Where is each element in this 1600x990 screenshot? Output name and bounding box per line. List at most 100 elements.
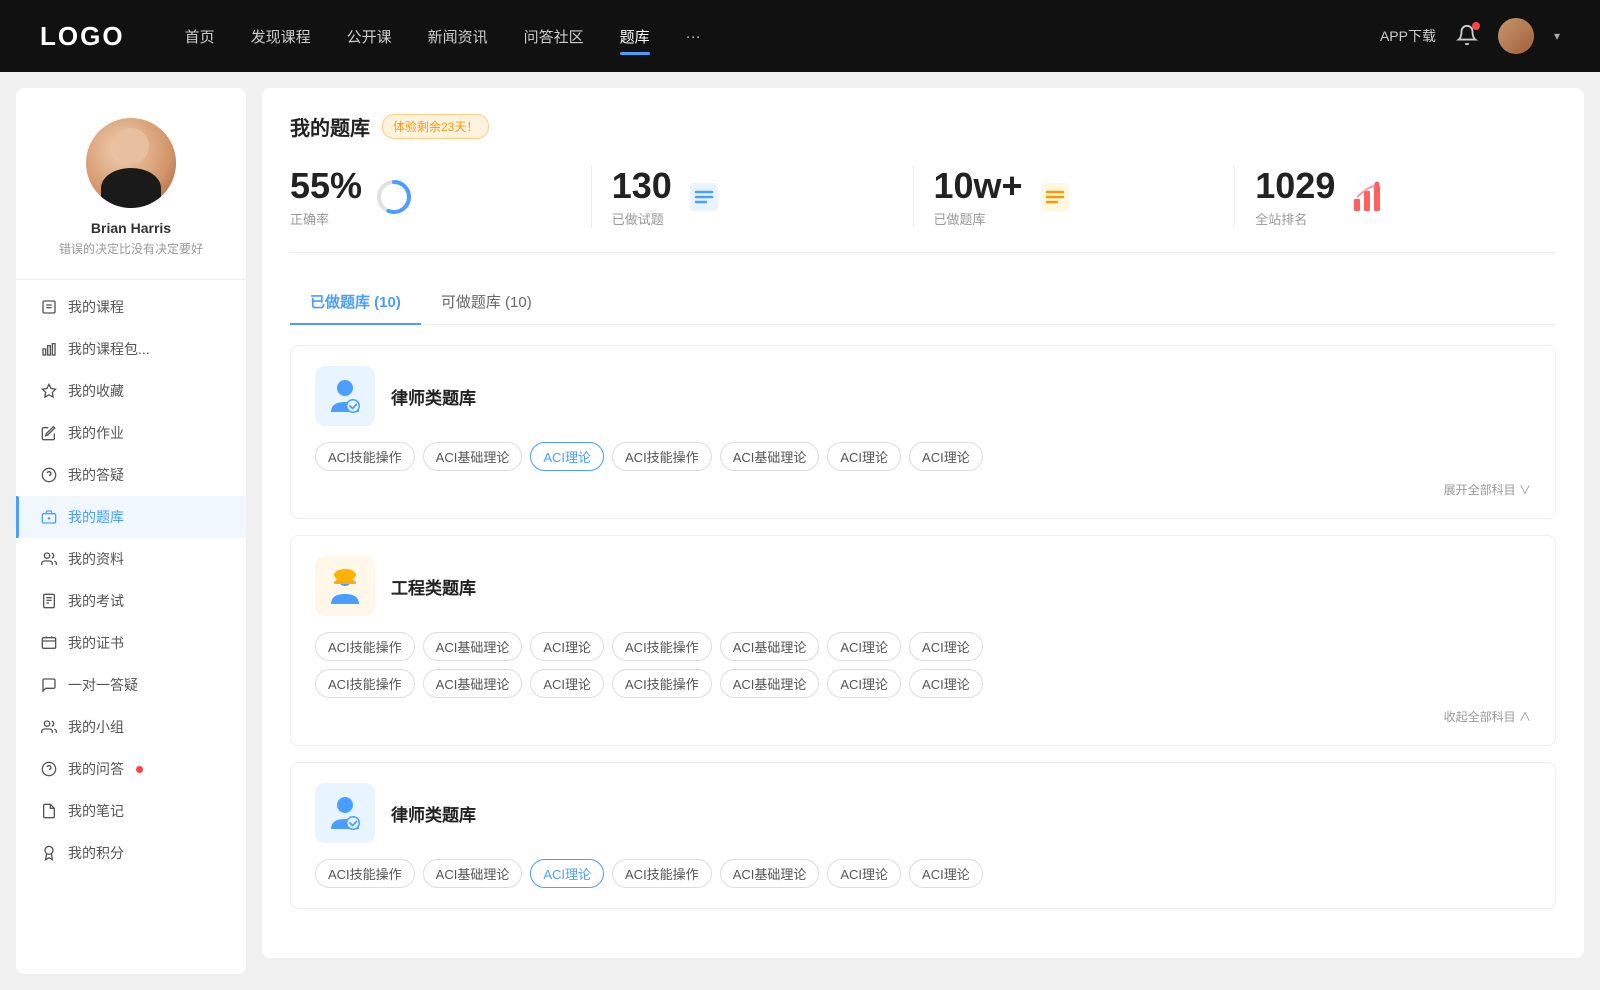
- logo: LOGO: [40, 21, 125, 52]
- sidebar-item-points[interactable]: 我的积分: [16, 832, 246, 874]
- sidebar-item-1on1[interactable]: 一对一答疑: [16, 664, 246, 706]
- tag[interactable]: ACI技能操作: [612, 859, 712, 888]
- user-dropdown-arrow[interactable]: ▾: [1554, 29, 1560, 43]
- tag[interactable]: ACI理论: [827, 859, 901, 888]
- tag-active[interactable]: ACI理论: [530, 442, 604, 471]
- sidebar-item-profile[interactable]: 我的资料: [16, 538, 246, 580]
- sidebar-item-cert[interactable]: 我的证书: [16, 622, 246, 664]
- tag[interactable]: ACI基础理论: [423, 859, 523, 888]
- tag-active[interactable]: ACI理论: [530, 859, 604, 888]
- engineer-bank-icon: [315, 556, 375, 616]
- stat-banks-value: 10w+: [934, 165, 1023, 207]
- profile-name: Brian Harris: [91, 220, 171, 236]
- main-content: 我的题库 体验剩余23天！ 55% 正确率: [246, 72, 1600, 990]
- sidebar-item-course-package[interactable]: 我的课程包...: [16, 328, 246, 370]
- chat-icon: [40, 676, 58, 694]
- stat-questions-label: 已做试题: [612, 209, 672, 228]
- tag[interactable]: ACI理论: [909, 669, 983, 698]
- expand-link-lawyer-1[interactable]: 展开全部科目 ∨: [315, 481, 1531, 498]
- stat-banks-label: 已做题库: [934, 209, 1023, 228]
- person-icon: [40, 550, 58, 568]
- page-title: 我的题库: [290, 112, 370, 141]
- tag[interactable]: ACI理论: [909, 859, 983, 888]
- nav-home[interactable]: 首页: [185, 22, 215, 51]
- tag[interactable]: ACI技能操作: [315, 442, 415, 471]
- tag[interactable]: ACI基础理论: [720, 632, 820, 661]
- sidebar-item-notes[interactable]: 我的笔记: [16, 790, 246, 832]
- sidebar-label: 我的考试: [68, 591, 124, 611]
- tag[interactable]: ACI理论: [827, 632, 901, 661]
- user-avatar[interactable]: [1498, 18, 1534, 54]
- sidebar-item-favorites[interactable]: 我的收藏: [16, 370, 246, 412]
- unread-dot: [136, 766, 143, 773]
- tag[interactable]: ACI基础理论: [423, 442, 523, 471]
- tag[interactable]: ACI理论: [827, 442, 901, 471]
- bank-title-engineer: 工程类题库: [391, 574, 476, 599]
- sidebar-item-homework[interactable]: 我的作业: [16, 412, 246, 454]
- sidebar-item-question-bank[interactable]: 我的题库: [16, 496, 246, 538]
- navbar: LOGO 首页 发现课程 公开课 新闻资讯 问答社区 题库 ··· APP下载 …: [0, 0, 1600, 72]
- nav-right: APP下载 ▾: [1380, 18, 1560, 54]
- tag[interactable]: ACI基础理论: [423, 632, 523, 661]
- avatar-image: [86, 118, 176, 208]
- tag[interactable]: ACI基础理论: [720, 859, 820, 888]
- star-icon: [40, 382, 58, 400]
- sidebar-item-questions[interactable]: 我的问答: [16, 748, 246, 790]
- stat-questions-done: 130 已做试题: [592, 165, 914, 228]
- page-header: 我的题库 体验剩余23天！: [290, 112, 1556, 141]
- stat-questions-value: 130: [612, 165, 672, 207]
- tag[interactable]: ACI技能操作: [612, 669, 712, 698]
- sidebar-item-my-courses[interactable]: 我的课程: [16, 286, 246, 328]
- tag[interactable]: ACI技能操作: [315, 859, 415, 888]
- sidebar-label: 我的课程: [68, 297, 124, 317]
- nav-news[interactable]: 新闻资讯: [428, 22, 488, 51]
- notification-bell[interactable]: [1456, 24, 1478, 49]
- sidebar-label: 我的证书: [68, 633, 124, 653]
- sidebar-label: 我的积分: [68, 843, 124, 863]
- sidebar-label: 一对一答疑: [68, 675, 138, 695]
- tag[interactable]: ACI技能操作: [315, 669, 415, 698]
- nav-more[interactable]: ···: [686, 24, 701, 49]
- tab-available-banks[interactable]: 可做题库 (10): [421, 281, 552, 324]
- sidebar-label: 我的课程包...: [68, 339, 150, 359]
- user-profile: Brian Harris 错误的决定比没有决定要好: [16, 88, 246, 273]
- tag[interactable]: ACI理论: [909, 442, 983, 471]
- stat-rank-value: 1029: [1255, 165, 1335, 207]
- tag[interactable]: ACI基础理论: [720, 442, 820, 471]
- tag[interactable]: ACI基础理论: [423, 669, 523, 698]
- sidebar-item-group[interactable]: 我的小组: [16, 706, 246, 748]
- notification-dot: [1472, 22, 1480, 30]
- sidebar: Brian Harris 错误的决定比没有决定要好 我的课程 我的课程包...: [16, 88, 246, 974]
- nav-discover[interactable]: 发现课程: [251, 22, 311, 51]
- bank-tags-engineer-row1: ACI技能操作 ACI基础理论 ACI理论 ACI技能操作 ACI基础理论 AC…: [315, 632, 1531, 661]
- sidebar-item-exam[interactable]: 我的考试: [16, 580, 246, 622]
- tag[interactable]: ACI技能操作: [612, 442, 712, 471]
- group-icon: [40, 718, 58, 736]
- sidebar-item-qa[interactable]: 我的答疑: [16, 454, 246, 496]
- app-download-link[interactable]: APP下载: [1380, 26, 1436, 46]
- tabs-row: 已做题库 (10) 可做题库 (10): [290, 281, 1556, 325]
- lawyer2-bank-icon: [315, 783, 375, 843]
- tag[interactable]: ACI理论: [530, 632, 604, 661]
- tag[interactable]: ACI技能操作: [315, 632, 415, 661]
- profile-avatar[interactable]: [86, 118, 176, 208]
- stat-rank: 1029 全站排名: [1235, 165, 1556, 228]
- trial-badge: 体验剩余23天！: [382, 114, 489, 139]
- stat-accuracy-value: 55%: [290, 165, 362, 207]
- nav-opencourse[interactable]: 公开课: [347, 22, 392, 51]
- tag[interactable]: ACI理论: [909, 632, 983, 661]
- sidebar-divider-1: [16, 279, 246, 280]
- chart-bar-icon: [40, 340, 58, 358]
- sidebar-label: 我的笔记: [68, 801, 124, 821]
- tag[interactable]: ACI技能操作: [612, 632, 712, 661]
- tag[interactable]: ACI基础理论: [720, 669, 820, 698]
- page-layout: Brian Harris 错误的决定比没有决定要好 我的课程 我的课程包...: [0, 72, 1600, 990]
- stat-accuracy-label: 正确率: [290, 209, 362, 228]
- tag[interactable]: ACI理论: [827, 669, 901, 698]
- nav-qa[interactable]: 问答社区: [524, 22, 584, 51]
- tab-done-banks[interactable]: 已做题库 (10): [290, 281, 421, 324]
- nav-questionbank[interactable]: 题库: [620, 22, 650, 51]
- collapse-link-engineer[interactable]: 收起全部科目 ∧: [315, 708, 1531, 725]
- question-circle-icon: [40, 760, 58, 778]
- tag[interactable]: ACI理论: [530, 669, 604, 698]
